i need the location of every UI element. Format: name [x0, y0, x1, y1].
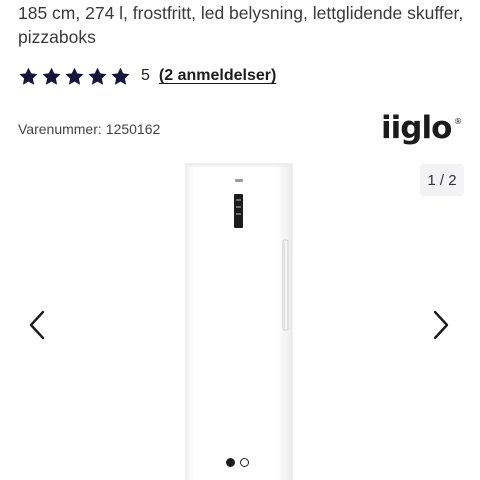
product-subtitle: 185 cm, 274 l, frostfritt, led belysning…	[18, 3, 464, 47]
star-icon	[111, 67, 130, 85]
sku-line: Varenummer: 1250162	[18, 121, 160, 137]
brand-badge	[235, 179, 243, 182]
gallery-next-button[interactable]	[426, 308, 456, 342]
brand-logo-wordmark: iiglo	[381, 110, 451, 146]
star-icon	[65, 67, 84, 85]
star-icon	[19, 67, 38, 85]
gallery-dot-2[interactable]	[240, 458, 249, 467]
brand-registered-mark: ®	[454, 117, 462, 126]
gallery-prev-button[interactable]	[22, 308, 52, 342]
star-icon	[42, 67, 61, 85]
door-handle	[282, 239, 289, 331]
gallery-counter: 1 / 2	[420, 164, 464, 196]
chevron-right-icon	[433, 310, 449, 340]
rating-row: 5 (2 anmeldelser)	[18, 63, 276, 89]
sku-label: Varenummer:	[18, 121, 102, 137]
gallery-pagination	[226, 458, 249, 467]
gallery-dot-1[interactable]	[226, 458, 235, 467]
product-image[interactable]	[180, 160, 300, 480]
star-icon	[88, 67, 107, 85]
brand-logo[interactable]: iiglo ®	[380, 102, 464, 154]
sku-value: 1250162	[105, 121, 161, 137]
reviews-link[interactable]: (2 anmeldelser)	[159, 67, 276, 85]
rating-value: 5	[141, 67, 150, 84]
star-rating	[18, 66, 131, 87]
chevron-left-icon	[29, 310, 45, 340]
